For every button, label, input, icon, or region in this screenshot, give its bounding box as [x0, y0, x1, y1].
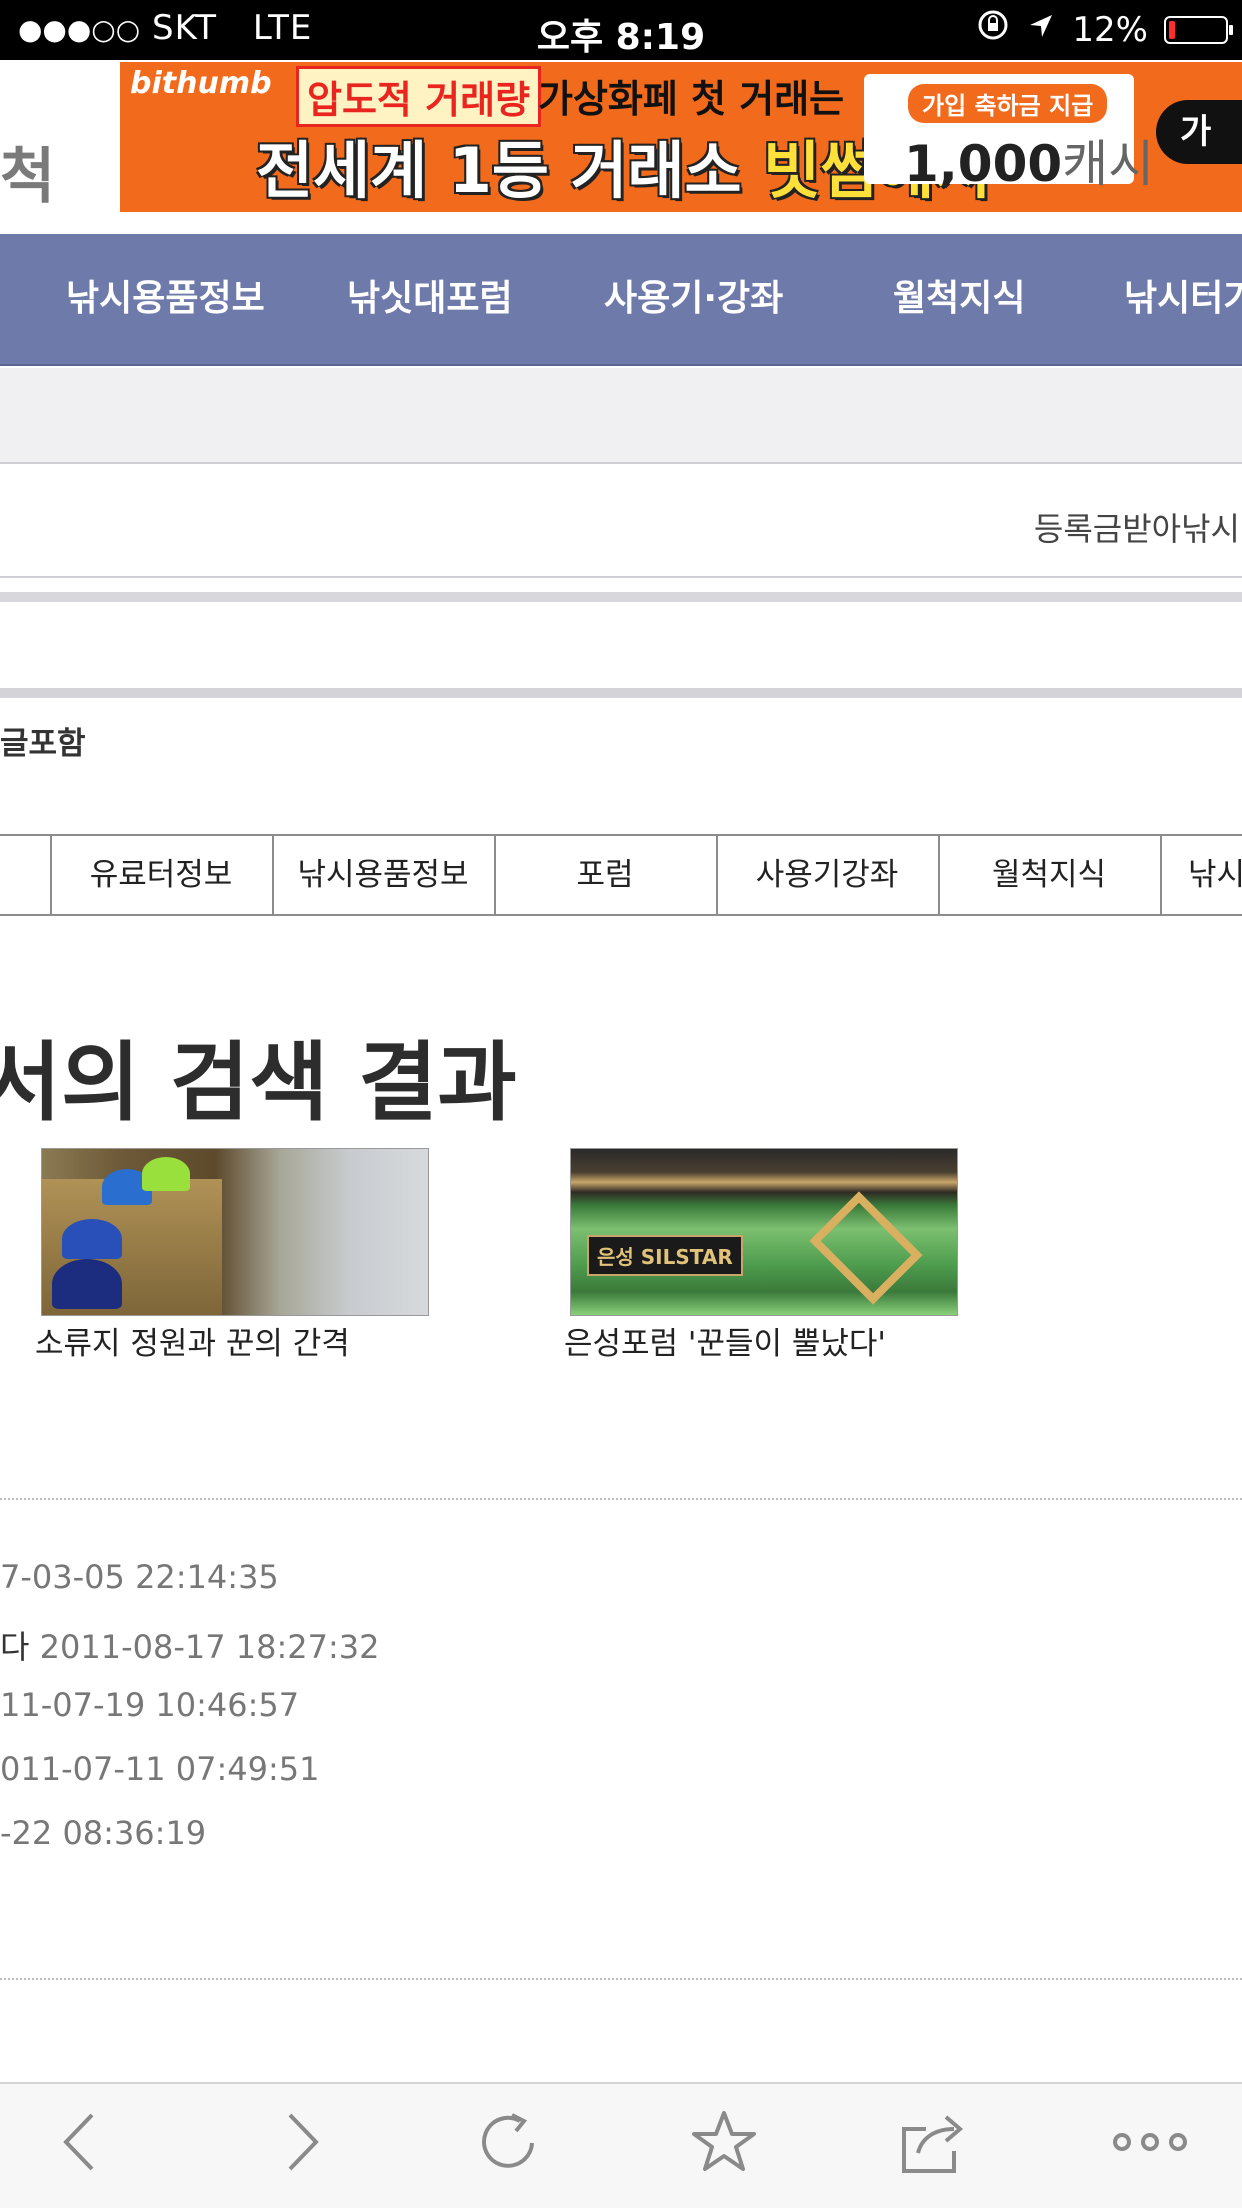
ad-amount-value: 1,000 [904, 135, 1063, 193]
rotation-lock-icon [976, 8, 1010, 51]
list-item[interactable]: 7-03-05 22:14:35 [0, 1558, 279, 1596]
umbrella-shape [62, 1219, 122, 1259]
list-item[interactable]: -22 08:36:19 [0, 1814, 206, 1852]
ad-main-a: 전세계 1등 거래소 [256, 134, 764, 207]
nav-item-rod-forum[interactable]: 낚싯대포럼 [347, 234, 513, 364]
reload-icon [474, 2107, 544, 2181]
ad-card-tag: 가입 축하금 지급 [908, 84, 1108, 123]
nav-item-fishing-spots[interactable]: 낚시터가 [1124, 234, 1242, 364]
tab-forum[interactable]: 포럼 [494, 836, 718, 914]
divider [0, 592, 1242, 602]
list-item-prefix: 다 [0, 1628, 40, 1666]
reload-button[interactable] [449, 2094, 569, 2194]
list-item-date: 011-07-11 07:49:51 [0, 1750, 320, 1788]
list-item-date: 11-07-19 10:46:57 [0, 1686, 300, 1724]
ad-join-button[interactable]: 가 [1156, 100, 1242, 164]
back-icon [52, 2107, 112, 2181]
sub-band [0, 368, 1242, 464]
list-item[interactable]: 11-07-19 10:46:57 [0, 1686, 299, 1724]
search-option-label[interactable]: 글포함 [0, 718, 86, 763]
tab-paid-spots[interactable]: 유료터정보 [50, 836, 274, 914]
thumbnail-caption[interactable]: 소류지 정원과 꾼의 간격 [35, 1318, 350, 1363]
list-item-date: 7-03-05 22:14:35 [0, 1558, 279, 1596]
list-item[interactable]: 다 2011-08-17 18:27:32 [0, 1622, 379, 1668]
list-item-date: 2011-08-17 18:27:32 [39, 1628, 380, 1666]
ad-banner[interactable]: bithumb 압도적 거래량 가상화페 첫 거래는 전세계 1등 거래소 빗썸… [120, 62, 1242, 212]
status-right: 12% [976, 8, 1233, 51]
forward-button[interactable] [240, 2094, 360, 2194]
tab-partial-left[interactable] [0, 836, 52, 914]
umbrella-shape [52, 1259, 122, 1309]
battery-percent: 12% [1072, 9, 1148, 50]
status-bar: ●●●○○ SKT LTE 오후 8:19 12% [0, 0, 1242, 60]
list-item-date: -22 08:36:19 [0, 1814, 207, 1852]
site-logo-fragment[interactable]: 척 [0, 128, 55, 215]
silstar-badge: 은성 SILSTAR [587, 1235, 743, 1276]
battery-level [1169, 20, 1175, 39]
browser-toolbar [0, 2082, 1242, 2208]
divider [0, 576, 1242, 578]
ad-card-amount: 1,000캐시 [904, 124, 1154, 196]
umbrella-shape [142, 1157, 190, 1191]
ad-bonus-card: 가입 축하금 지급 1,000캐시 [864, 74, 1154, 193]
location-arrow-icon [1026, 10, 1056, 50]
ad-amount-unit: 캐시 [1062, 135, 1155, 193]
tab-knowledge[interactable]: 월척지식 [938, 836, 1162, 914]
ticker-text[interactable]: 등록금받아낚시 [1034, 504, 1240, 550]
thumbnail-silstar-banner[interactable]: 은성 SILSTAR [570, 1148, 958, 1316]
ad-headline: 가상화페 첫 거래는 [538, 77, 845, 121]
thumbnail-fishing-photo[interactable] [41, 1148, 429, 1316]
dotted-divider [0, 1498, 1242, 1500]
category-tabs: 유료터정보 낚시용품정보 포럼 사용기강좌 월척지식 낚시 [0, 834, 1242, 916]
bookmark-button[interactable] [664, 2094, 784, 2194]
more-button[interactable] [1090, 2094, 1210, 2194]
bookmark-star-icon [689, 2107, 759, 2181]
share-icon [896, 2107, 972, 2181]
ad-brand: bithumb [130, 66, 272, 101]
divider [0, 688, 1242, 698]
nav-item-gear-info[interactable]: 낚시용품정보 [66, 234, 265, 364]
main-nav: 낚시용품정보 낚싯대포럼 사용기·강좌 월척지식 낚시터가 [0, 234, 1242, 366]
ad-headline-box: 압도적 거래량 [296, 66, 541, 127]
thumbnail-caption[interactable]: 은성포럼 '꾼들이 뿔났다' [564, 1318, 886, 1363]
knot-logo-shape [809, 1191, 923, 1305]
nav-item-reviews[interactable]: 사용기·강좌 [604, 234, 783, 364]
more-icon [1110, 2127, 1190, 2161]
list-item[interactable]: 011-07-11 07:49:51 [0, 1750, 320, 1788]
forward-icon [270, 2107, 330, 2181]
tab-fishing[interactable]: 낚시 [1160, 836, 1242, 914]
results-title: 서의 검색 결과 [0, 1033, 517, 1133]
nav-item-knowledge[interactable]: 월척지식 [893, 234, 1025, 364]
back-button[interactable] [22, 2094, 142, 2194]
battery-icon [1164, 15, 1233, 44]
dotted-divider [0, 1978, 1242, 1980]
tab-reviews[interactable]: 사용기강좌 [716, 836, 940, 914]
tab-gear-info[interactable]: 낚시용품정보 [272, 836, 496, 914]
share-button[interactable] [874, 2094, 994, 2194]
